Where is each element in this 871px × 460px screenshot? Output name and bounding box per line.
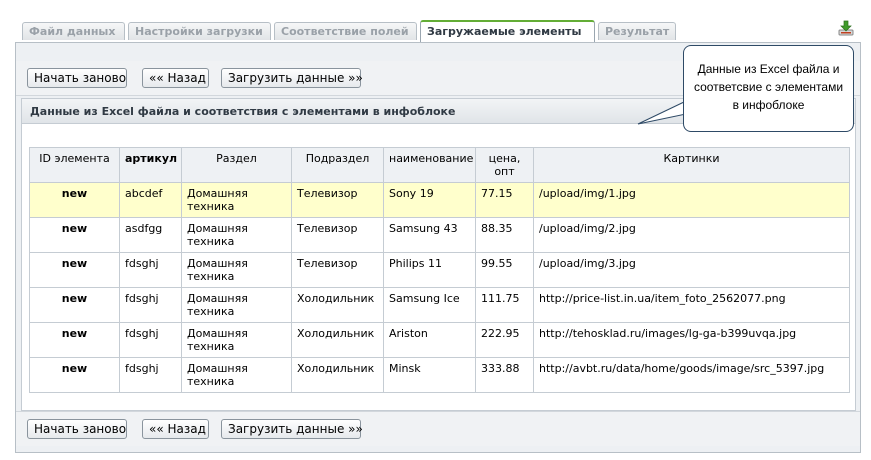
tab-result[interactable]: Результат bbox=[598, 22, 676, 40]
restart-button-bottom[interactable]: Начать заново bbox=[27, 419, 127, 439]
cell-price: 88.35 bbox=[475, 217, 534, 253]
cell-id: new bbox=[29, 252, 120, 288]
col-header-article[interactable]: артикул bbox=[119, 147, 182, 183]
cell-image: http://tehosklad.ru/images/lg-ga-b399uvq… bbox=[533, 322, 850, 358]
cell-section: Домашняя техника bbox=[181, 217, 292, 253]
tab-loaded-elements[interactable]: Загружаемые элементы bbox=[420, 20, 595, 42]
cell-article: fdsghj bbox=[119, 322, 182, 358]
tab-field-mapping[interactable]: Соответствие полей bbox=[274, 22, 417, 40]
cell-section: Домашняя техника bbox=[181, 287, 292, 323]
cell-image: http://avbt.ru/data/home/goods/image/src… bbox=[533, 357, 850, 393]
cell-subsection: Телевизор bbox=[291, 182, 384, 218]
table-row[interactable]: new asdfgg Домашняя техника Телевизор Sa… bbox=[29, 217, 850, 253]
cell-name: Ariston bbox=[383, 322, 476, 358]
table-row[interactable]: new fdsghj Домашняя техника Холодильник … bbox=[29, 322, 850, 358]
cell-id: new bbox=[29, 217, 120, 253]
cell-section: Домашняя техника bbox=[181, 252, 292, 288]
cell-image: /upload/img/3.jpg bbox=[533, 252, 850, 288]
cell-name: Sony 19 bbox=[383, 182, 476, 218]
cell-price: 77.15 bbox=[475, 182, 534, 218]
data-preview-section: Данные из Excel файла и соответствия с э… bbox=[21, 98, 856, 411]
cell-name: Samsung 43 bbox=[383, 217, 476, 253]
col-header-id[interactable]: ID элемента bbox=[29, 147, 120, 183]
cell-subsection: Телевизор bbox=[291, 217, 384, 253]
restart-button[interactable]: Начать заново bbox=[27, 68, 127, 88]
table-row[interactable]: new fdsghj Домашняя техника Холодильник … bbox=[29, 287, 850, 323]
cell-name: Philips 11 bbox=[383, 252, 476, 288]
cell-price: 111.75 bbox=[475, 287, 534, 323]
col-header-name[interactable]: наименование bbox=[383, 147, 476, 183]
col-header-images[interactable]: Картинки bbox=[533, 147, 850, 183]
cell-section: Домашняя техника bbox=[181, 322, 292, 358]
cell-name: Samsung Ice bbox=[383, 287, 476, 323]
cell-article: asdfgg bbox=[119, 217, 182, 253]
cell-subsection: Холодильник bbox=[291, 357, 384, 393]
tab-upload-settings[interactable]: Настройки загрузки bbox=[128, 22, 271, 40]
cell-id: new bbox=[29, 287, 120, 323]
cell-subsection: Телевизор bbox=[291, 252, 384, 288]
cell-image: /upload/img/1.jpg bbox=[533, 182, 850, 218]
annotation-callout: Данные из Excel файла и соответсвие с эл… bbox=[683, 45, 854, 132]
elements-table: ID элемента артикул Раздел Подраздел наи… bbox=[29, 147, 850, 393]
col-header-section[interactable]: Раздел bbox=[181, 147, 292, 183]
cell-section: Домашняя техника bbox=[181, 357, 292, 393]
cell-article: abcdef bbox=[119, 182, 182, 218]
cell-price: 222.95 bbox=[475, 322, 534, 358]
cell-id: new bbox=[29, 182, 120, 218]
cell-image: /upload/img/2.jpg bbox=[533, 217, 850, 253]
cell-price: 333.88 bbox=[475, 357, 534, 393]
cell-section: Домашняя техника bbox=[181, 182, 292, 218]
cell-article: fdsghj bbox=[119, 357, 182, 393]
col-header-subsection[interactable]: Подраздел bbox=[291, 147, 384, 183]
cell-id: new bbox=[29, 357, 120, 393]
cell-id: new bbox=[29, 322, 120, 358]
table-row[interactable]: new fdsghj Домашняя техника Холодильник … bbox=[29, 357, 850, 393]
cell-subsection: Холодильник bbox=[291, 322, 384, 358]
table-header-row: ID элемента артикул Раздел Подраздел наи… bbox=[29, 147, 850, 183]
cell-article: fdsghj bbox=[119, 252, 182, 288]
callout-text: Данные из Excel файла и соответсвие с эл… bbox=[693, 62, 844, 112]
upload-data-button-bottom[interactable]: Загрузить данные »» bbox=[221, 419, 363, 439]
back-button[interactable]: «« Назад bbox=[142, 68, 209, 88]
upload-data-button[interactable]: Загрузить данные »» bbox=[221, 68, 363, 88]
cell-price: 99.55 bbox=[475, 252, 534, 288]
cell-image: http://price-list.in.ua/item_foto_256207… bbox=[533, 287, 850, 323]
cell-article: fdsghj bbox=[119, 287, 182, 323]
cell-name: Minsk bbox=[383, 357, 476, 393]
table-row[interactable]: new fdsghj Домашняя техника Телевизор Ph… bbox=[29, 252, 850, 288]
back-button-bottom[interactable]: «« Назад bbox=[142, 419, 209, 439]
download-arrow-icon[interactable] bbox=[838, 20, 854, 36]
cell-subsection: Холодильник bbox=[291, 287, 384, 323]
tab-data-file[interactable]: Файл данных bbox=[22, 22, 125, 40]
table-row[interactable]: new abcdef Домашняя техника Телевизор So… bbox=[29, 182, 850, 218]
bottom-button-bar: Начать заново «« Назад Загрузить данные … bbox=[16, 411, 860, 446]
col-header-price[interactable]: цена, опт bbox=[475, 147, 534, 183]
